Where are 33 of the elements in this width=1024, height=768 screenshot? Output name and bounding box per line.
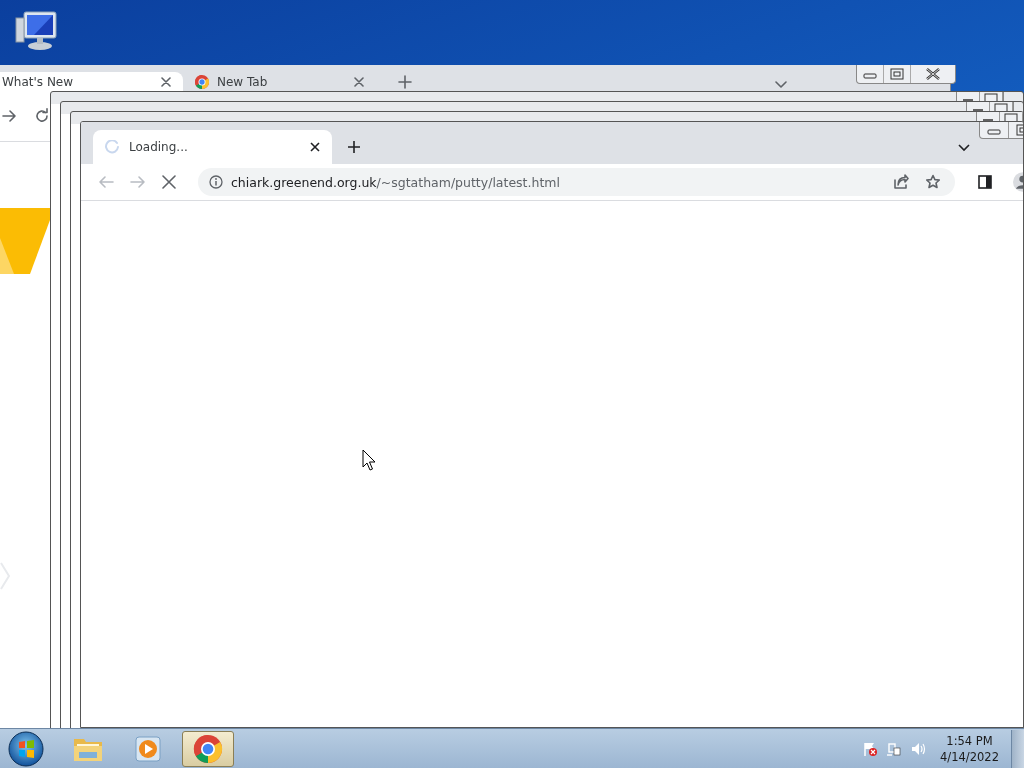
plus-icon[interactable] [347,140,361,154]
computer-icon[interactable] [14,10,60,52]
forward-arrow-icon[interactable] [2,109,16,123]
chevron-down-icon[interactable] [958,144,970,152]
tab-title: What's New [2,74,75,89]
cursor-icon [362,449,376,471]
profile-icon[interactable] [1013,172,1023,192]
tab-title: New Tab [217,74,269,89]
stop-icon[interactable] [162,175,176,189]
flag-icon[interactable] [862,740,879,757]
browser-tab[interactable]: New Tab [183,72,376,91]
info-icon[interactable] [209,175,223,189]
share-icon[interactable] [893,174,910,190]
browser-tab[interactable]: Loading... [93,130,332,164]
chrome-icon [192,732,224,765]
loading-spinner-icon [105,140,119,154]
reload-icon[interactable] [34,108,50,124]
show-desktop-button[interactable] [1011,729,1024,768]
network-icon[interactable] [886,740,903,757]
taskbar-app-button[interactable] [182,730,234,767]
browser-tab[interactable]: What's New [0,72,183,91]
side-panel-icon[interactable] [977,174,994,190]
close-icon[interactable] [310,142,320,152]
clock[interactable]: 1:54 PM 4/14/2022 [940,732,999,765]
close-icon[interactable] [161,76,171,87]
plus-icon[interactable] [398,75,412,89]
url-text: chiark.greenend.org.uk/~sgtatham/putty/latest.html [231,174,561,190]
start-button[interactable] [8,730,44,767]
chrome-icon [195,74,209,89]
star-icon[interactable] [925,174,942,190]
tab-title: Loading... [129,140,189,154]
shape-drawing [0,208,50,274]
address-bar[interactable]: chiark.greenend.org.uk/~sgtatham/putty/latest.html [198,168,956,196]
